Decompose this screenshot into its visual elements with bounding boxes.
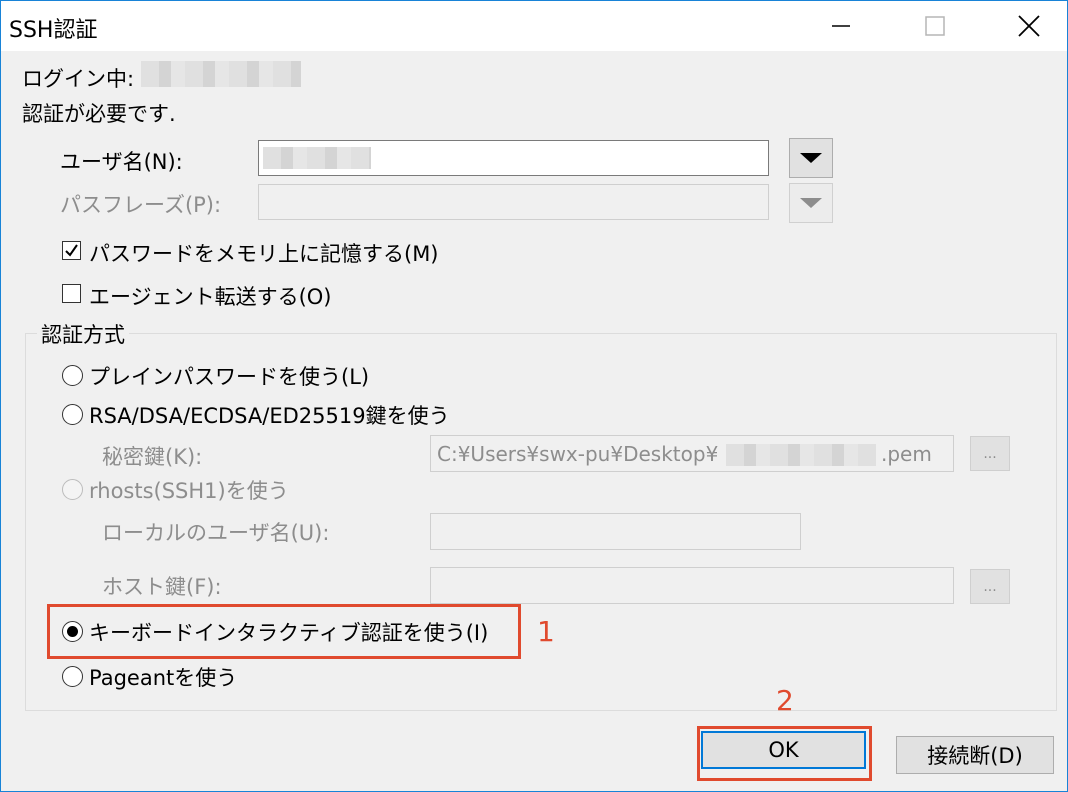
disconnect-button[interactable]: 接続断(D) — [896, 736, 1054, 774]
username-dropdown-button[interactable] — [789, 138, 833, 178]
host-key-browse-button: ... — [970, 569, 1010, 604]
close-icon — [1018, 15, 1040, 37]
auth-required-text: 認証が必要です. — [22, 102, 176, 126]
auth-method-title: 認証方式 — [37, 319, 129, 349]
annotation-box-1 — [47, 604, 521, 659]
minimize-icon — [832, 25, 850, 27]
host-key-input — [430, 567, 954, 604]
private-key-path-prefix: C:¥Users¥swx-pu¥Desktop¥ — [437, 442, 719, 466]
agent-forward-label: エージェント転送する(O) — [89, 285, 332, 309]
private-key-input: C:¥Users¥swx-pu¥Desktop¥ .pem — [430, 435, 954, 472]
checkmark-icon — [65, 244, 78, 257]
minimize-button[interactable] — [795, 1, 887, 51]
annotation-number-1: 1 — [537, 615, 555, 648]
passphrase-dropdown-button — [789, 183, 833, 223]
private-key-filename-redacted — [726, 444, 876, 466]
login-label: ログイン中: — [22, 67, 135, 91]
passphrase-input — [258, 184, 769, 220]
plain-password-label: プレインパスワードを使う(L) — [89, 365, 370, 389]
passphrase-label: パスフレーズ(P): — [60, 193, 222, 217]
username-redacted — [263, 147, 371, 169]
private-key-browse-button: ... — [970, 436, 1010, 471]
private-key-label: 秘密鍵(K): — [102, 445, 203, 469]
chevron-down-icon — [800, 198, 822, 208]
host-key-label: ホスト鍵(F): — [102, 575, 222, 599]
maximize-icon — [925, 16, 945, 36]
radio-pageant[interactable] — [62, 666, 83, 687]
radio-plain-password[interactable] — [62, 365, 83, 386]
agent-forward-checkbox[interactable] — [62, 284, 81, 303]
close-button[interactable] — [983, 1, 1068, 51]
remember-password-label: パスワードをメモリ上に記憶する(M) — [89, 242, 439, 266]
username-input[interactable] — [258, 140, 769, 176]
chevron-down-icon — [800, 153, 822, 163]
rhosts-label: rhosts(SSH1)を使う — [89, 479, 289, 503]
remember-password-checkbox[interactable] — [62, 241, 81, 260]
username-label: ユーザ名(N): — [60, 150, 183, 174]
radio-rsa-key[interactable] — [62, 404, 83, 425]
pageant-label: Pageantを使う — [89, 666, 238, 690]
window-title: SSH認証 — [9, 18, 98, 43]
private-key-path-suffix: .pem — [881, 442, 932, 466]
radio-rhosts — [62, 479, 83, 500]
title-bar: SSH認証 — [1, 1, 1067, 51]
local-user-label: ローカルのユーザ名(U): — [102, 521, 330, 545]
annotation-box-2 — [697, 726, 872, 781]
annotation-number-2: 2 — [776, 684, 794, 717]
maximize-button — [889, 1, 981, 51]
ssh-auth-dialog: SSH認証 ログイン中: 認証が必要です. ユーザ名(N): パスフレーズ(P)… — [0, 0, 1068, 792]
local-user-input — [430, 513, 801, 550]
rsa-key-label: RSA/DSA/ECDSA/ED25519鍵を使う — [89, 404, 450, 428]
login-host-redacted — [141, 61, 301, 87]
